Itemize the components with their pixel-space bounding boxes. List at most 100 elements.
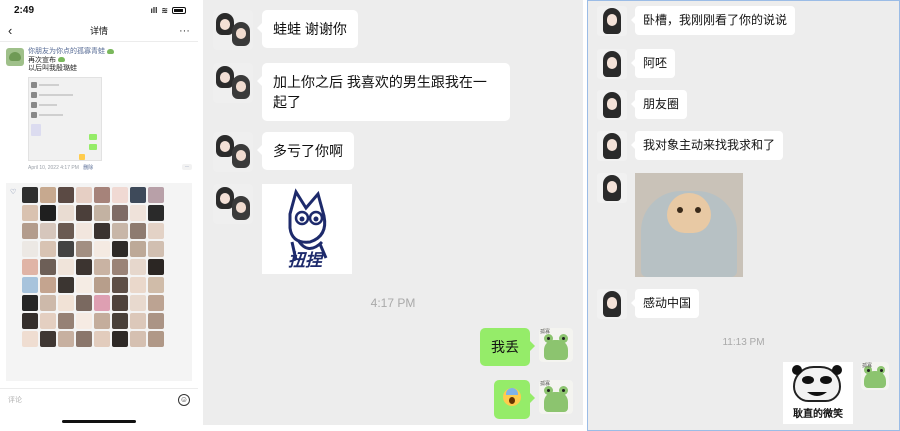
like-avatar[interactable] [40, 294, 56, 311]
like-avatar[interactable] [58, 186, 74, 203]
like-avatar[interactable] [58, 312, 74, 329]
avatar[interactable] [597, 90, 627, 120]
like-avatar[interactable] [112, 312, 128, 329]
like-avatar[interactable] [58, 258, 74, 275]
like-avatar[interactable] [148, 276, 164, 293]
like-avatar[interactable] [76, 240, 92, 257]
like-avatar[interactable] [40, 312, 56, 329]
like-avatar[interactable] [22, 186, 38, 203]
like-avatar[interactable] [22, 222, 38, 239]
avatar[interactable] [597, 131, 627, 161]
comment-input[interactable]: 评论 [8, 395, 178, 405]
avatar[interactable] [213, 10, 253, 50]
like-avatar[interactable] [94, 276, 110, 293]
like-avatar[interactable] [112, 204, 128, 221]
like-avatar[interactable] [148, 312, 164, 329]
message-bubble[interactable]: 多亏了你啊 [257, 132, 354, 170]
like-avatar[interactable] [22, 204, 38, 221]
like-avatar[interactable] [58, 330, 74, 347]
like-avatar[interactable] [40, 330, 56, 347]
like-avatar[interactable] [112, 294, 128, 311]
like-avatar[interactable] [130, 204, 146, 221]
like-avatar[interactable] [58, 276, 74, 293]
like-avatar[interactable] [130, 312, 146, 329]
like-avatar[interactable] [76, 204, 92, 221]
like-avatar[interactable] [112, 222, 128, 239]
like-avatar[interactable] [40, 258, 56, 275]
like-avatar[interactable] [130, 222, 146, 239]
like-avatar[interactable] [112, 330, 128, 347]
like-avatar[interactable] [94, 330, 110, 347]
avatar[interactable] [213, 63, 253, 103]
like-avatar[interactable] [94, 204, 110, 221]
like-avatar[interactable] [76, 294, 92, 311]
like-avatar[interactable] [148, 240, 164, 257]
avatar[interactable] [597, 6, 627, 36]
like-avatar[interactable] [94, 312, 110, 329]
post-image[interactable] [28, 76, 102, 161]
like-avatar[interactable] [130, 186, 146, 203]
like-avatar[interactable] [112, 240, 128, 257]
more-button[interactable]: ··· [174, 25, 190, 37]
like-avatar[interactable] [22, 240, 38, 257]
frog-avatar[interactable]: 孤寡 [861, 362, 889, 390]
like-avatar[interactable] [76, 276, 92, 293]
message-bubble[interactable]: 朋友圈 [630, 90, 688, 119]
avatar[interactable] [597, 49, 627, 79]
like-avatar[interactable] [22, 294, 38, 311]
like-avatar[interactable] [148, 258, 164, 275]
like-avatar[interactable] [76, 330, 92, 347]
post-actions-button[interactable]: ·· [182, 164, 192, 170]
frog-avatar[interactable]: 孤寡 [539, 328, 573, 362]
message-bubble[interactable]: 我对象主动来找我求和了 [630, 131, 784, 160]
like-avatar[interactable] [148, 186, 164, 203]
message-bubble-self[interactable]: 我丢 [480, 328, 535, 366]
like-avatar[interactable] [58, 204, 74, 221]
avatar[interactable] [213, 184, 253, 224]
like-avatar[interactable] [58, 294, 74, 311]
frog-avatar[interactable] [6, 48, 24, 66]
message-bubble[interactable]: 卧槽，我刚刚看了你的说说 [630, 6, 796, 35]
like-avatar[interactable] [130, 330, 146, 347]
like-avatar[interactable] [130, 258, 146, 275]
cat-photo-message[interactable] [635, 173, 743, 277]
message-bubble[interactable]: 加上你之后 我喜欢的男生跟我在一起了 [257, 63, 510, 121]
message-bubble[interactable]: 蛙蛙 谢谢你 [257, 10, 358, 48]
emoji-icon[interactable]: ☺ [178, 393, 190, 406]
like-avatar[interactable] [22, 330, 38, 347]
like-avatar[interactable] [148, 330, 164, 347]
delete-link[interactable]: 删除 [83, 165, 93, 171]
sticker-message[interactable]: 耿直的微笑 [783, 362, 853, 424]
like-avatar[interactable] [22, 312, 38, 329]
like-avatar[interactable] [40, 276, 56, 293]
like-avatar[interactable] [40, 240, 56, 257]
message-bubble[interactable]: 阿呸 [630, 49, 676, 78]
like-avatar[interactable] [112, 186, 128, 203]
like-avatar[interactable] [94, 294, 110, 311]
message-bubble-self[interactable] [494, 380, 535, 419]
frog-avatar[interactable]: 孤寡 [539, 380, 573, 414]
like-avatar[interactable] [94, 240, 110, 257]
like-avatar[interactable] [40, 186, 56, 203]
avatar[interactable] [213, 132, 253, 172]
like-avatar[interactable] [76, 186, 92, 203]
like-avatar[interactable] [76, 222, 92, 239]
like-avatar[interactable] [40, 222, 56, 239]
like-avatar[interactable] [40, 204, 56, 221]
like-avatar[interactable] [148, 222, 164, 239]
sticker-message[interactable]: 扭捏 [262, 184, 352, 274]
like-avatar[interactable] [94, 258, 110, 275]
like-avatar[interactable] [22, 276, 38, 293]
like-avatar[interactable] [112, 276, 128, 293]
avatar[interactable] [597, 289, 627, 319]
like-avatar[interactable] [94, 222, 110, 239]
message-bubble[interactable]: 感动中国 [630, 289, 700, 318]
like-avatar[interactable] [76, 312, 92, 329]
avatar[interactable] [597, 173, 627, 203]
like-avatar[interactable] [112, 258, 128, 275]
back-button[interactable]: ‹ [8, 23, 24, 38]
like-avatar[interactable] [58, 240, 74, 257]
like-avatar[interactable] [58, 222, 74, 239]
post-author-name[interactable]: 你朋友为你点的孤寡青蛙 [28, 48, 105, 55]
like-avatar[interactable] [148, 204, 164, 221]
